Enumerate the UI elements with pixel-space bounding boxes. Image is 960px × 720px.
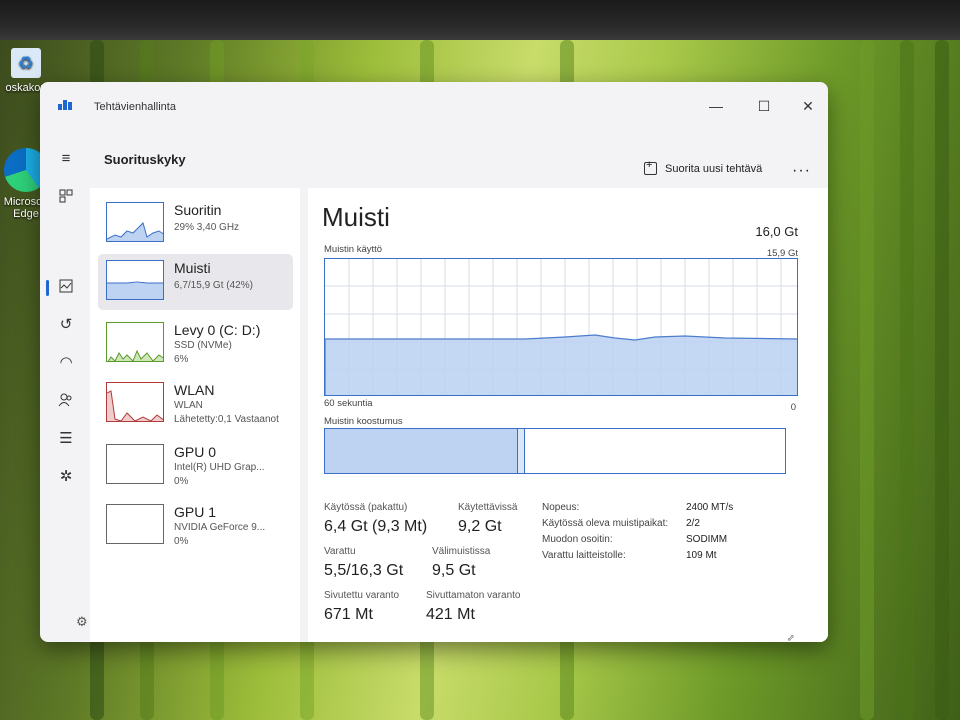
memory-composition-bar bbox=[324, 428, 786, 474]
cached-value: 9,5 Gt bbox=[432, 562, 476, 579]
perf-item-detail: 6,7/15,9 Gt (42%) bbox=[174, 280, 253, 291]
bamboo-stalk bbox=[860, 40, 874, 720]
speed-key: Nopeus: bbox=[542, 502, 580, 513]
maximize-button[interactable]: ☐ bbox=[752, 98, 776, 115]
performance-list: Suoritin 29% 3,40 GHz Muisti 6,7/15,9 Gt… bbox=[90, 188, 300, 642]
perf-item-label: GPU 0 bbox=[174, 444, 217, 460]
slots-key: Käytössä oleva muistipaikat: bbox=[542, 518, 669, 529]
performance-icon[interactable] bbox=[54, 274, 78, 298]
settings-gear-icon[interactable]: ⚙ bbox=[76, 614, 88, 630]
perf-item-gpu1[interactable]: GPU 1 NVIDIA GeForce 9... 0% bbox=[98, 498, 293, 554]
gpu0-thumbnail bbox=[106, 444, 164, 484]
monitor-bezel bbox=[0, 0, 960, 40]
recycle-bin-icon: ♻ bbox=[11, 48, 41, 78]
paged-pool-label: Sivutettu varanto bbox=[324, 590, 400, 601]
bamboo-stalk bbox=[935, 40, 949, 720]
composition-in-use[interactable] bbox=[325, 429, 517, 473]
perf-item-detail: SSD (NVMe) bbox=[174, 340, 232, 351]
more-options-button[interactable]: ··· bbox=[792, 162, 811, 180]
app-history-icon[interactable]: ↺ bbox=[54, 312, 78, 336]
slots-value: 2/2 bbox=[686, 518, 700, 529]
memory-usage-graph bbox=[324, 258, 798, 396]
add-task-icon bbox=[644, 159, 657, 175]
graph-zero-label: 0 bbox=[790, 402, 796, 413]
perf-item-disk[interactable]: Levy 0 (C: D:) SSD (NVMe) 6% bbox=[98, 316, 293, 372]
perf-item-cpu[interactable]: Suoritin 29% 3,40 GHz bbox=[98, 196, 293, 252]
processes-icon[interactable] bbox=[54, 184, 78, 208]
memory-title: Muisti bbox=[322, 202, 390, 232]
perf-item-detail: Lähetetty:0,1 Vastaanot bbox=[174, 414, 279, 425]
gpu1-thumbnail bbox=[106, 504, 164, 544]
available-value: 9,2 Gt bbox=[458, 518, 502, 535]
form-factor-key: Muodon osoitin: bbox=[542, 534, 613, 545]
details-icon[interactable]: ☰ bbox=[54, 426, 78, 450]
form-factor-value: SODIMM bbox=[686, 534, 728, 545]
page-title: Suorituskyky bbox=[104, 152, 186, 167]
disk-thumbnail bbox=[106, 322, 164, 362]
minimize-button[interactable]: — bbox=[704, 98, 728, 114]
perf-item-label: WLAN bbox=[174, 382, 215, 398]
titlebar[interactable]: Tehtävienhallinta — ☐ ✕ bbox=[40, 82, 828, 132]
window-title: Tehtävienhallinta bbox=[94, 101, 176, 113]
task-manager-window: Tehtävienhallinta — ☐ ✕ ≡ ↺ ◠ ☰ ✲ Suorit… bbox=[40, 82, 828, 642]
in-use-label: Käytössä (pakattu) bbox=[324, 502, 408, 513]
users-icon[interactable] bbox=[54, 388, 78, 412]
paged-pool-value: 671 Mt bbox=[324, 606, 373, 623]
hardware-reserved-key: Varattu laitteistolle: bbox=[542, 550, 626, 561]
memory-thumbnail bbox=[106, 260, 164, 300]
services-icon[interactable]: ✲ bbox=[54, 464, 78, 488]
run-new-task-button[interactable]: Suorita uusi tehtävä bbox=[644, 159, 763, 175]
perf-item-detail: WLAN bbox=[174, 400, 203, 411]
perf-item-detail: 6% bbox=[174, 354, 189, 365]
committed-label: Varattu bbox=[324, 546, 356, 557]
nonpaged-pool-label: Sivuttamaton varanto bbox=[426, 590, 521, 601]
bamboo-stalk bbox=[900, 40, 914, 720]
perf-item-label: GPU 1 bbox=[174, 504, 217, 520]
cpu-thumbnail bbox=[106, 202, 164, 242]
perf-item-detail: Intel(R) UHD Grap... bbox=[174, 462, 265, 473]
nonpaged-pool-value: 421 Mt bbox=[426, 606, 475, 623]
task-manager-icon bbox=[58, 98, 74, 110]
perf-item-label: Muisti bbox=[174, 260, 211, 276]
committed-value: 5,5/16,3 Gt bbox=[324, 562, 404, 579]
in-use-value: 6,4 Gt (9,3 Mt) bbox=[324, 518, 428, 535]
hamburger-menu-icon[interactable]: ≡ bbox=[54, 146, 78, 170]
perf-item-label: Suoritin bbox=[174, 202, 222, 218]
perf-item-wlan[interactable]: WLAN WLAN Lähetetty:0,1 Vastaanot bbox=[98, 376, 293, 432]
close-button[interactable]: ✕ bbox=[796, 98, 820, 115]
hardware-reserved-value: 109 Mt bbox=[686, 550, 717, 561]
perf-item-detail: 0% bbox=[174, 476, 189, 487]
perf-item-detail: 29% 3,40 GHz bbox=[174, 222, 240, 233]
memory-total: 16,0 Gt bbox=[755, 224, 798, 239]
cached-label: Välimuistissa bbox=[432, 546, 491, 557]
perf-item-gpu0[interactable]: GPU 0 Intel(R) UHD Grap... 0% bbox=[98, 438, 293, 494]
perf-item-label: Levy 0 (C: D:) bbox=[174, 322, 261, 338]
composition-label: Muistin koostumus bbox=[324, 416, 403, 427]
composition-modified[interactable] bbox=[517, 429, 525, 473]
memory-panel: Muisti 16,0 Gt Muistin käyttö 15,9 Gt 60… bbox=[308, 188, 828, 642]
available-label: Käytettävissä bbox=[458, 502, 518, 513]
run-new-task-label: Suorita uusi tehtävä bbox=[665, 162, 763, 175]
perf-item-detail: 0% bbox=[174, 536, 189, 547]
memory-usage-label: Muistin käyttö bbox=[324, 244, 383, 255]
wlan-thumbnail bbox=[106, 382, 164, 422]
perf-item-detail: NVIDIA GeForce 9... bbox=[174, 522, 266, 533]
graph-time-label: 60 sekuntia bbox=[324, 398, 373, 409]
perf-item-memory[interactable]: Muisti 6,7/15,9 Gt (42%) bbox=[98, 254, 293, 310]
speed-value: 2400 MT/s bbox=[686, 502, 734, 513]
startup-apps-icon[interactable]: ◠ bbox=[54, 350, 78, 374]
nav-sidebar: ≡ ↺ ◠ ☰ ✲ bbox=[40, 132, 90, 642]
nav-active-indicator bbox=[46, 280, 49, 296]
